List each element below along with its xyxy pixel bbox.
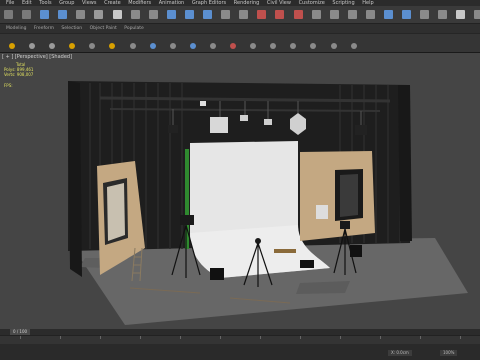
tab-modeling[interactable]: Modeling: [6, 24, 26, 33]
exposure-icon[interactable]: [89, 43, 96, 49]
spinner-snap-icon[interactable]: [311, 10, 321, 19]
rect-selection-icon[interactable]: [148, 10, 158, 19]
rotate-icon[interactable]: [184, 10, 194, 19]
shadow-icon[interactable]: [129, 43, 136, 49]
align-icon[interactable]: [365, 10, 375, 19]
status-bar: X: 0.0cm 100%: [0, 344, 480, 360]
scale-icon[interactable]: [203, 10, 213, 19]
selection-filter-icon[interactable]: [94, 10, 104, 19]
redo-icon[interactable]: [22, 10, 32, 19]
main-toolbar: [0, 6, 480, 24]
bind-space-warp-icon[interactable]: [76, 10, 86, 19]
zoom-readout[interactable]: 100%: [440, 350, 458, 356]
sky-icon[interactable]: [69, 43, 76, 49]
fps-label: FPS:: [4, 83, 13, 88]
spot-light-left: [168, 125, 178, 133]
reflections-icon[interactable]: [169, 43, 176, 49]
studio-scene: [0, 53, 480, 329]
floor-case: [210, 268, 224, 280]
unlink-icon[interactable]: [58, 10, 68, 19]
perspective-viewport[interactable]: [ + ] [Perspective] [Shaded] Total Polys…: [0, 53, 480, 329]
link-icon[interactable]: [40, 10, 50, 19]
sun-icon[interactable]: [9, 43, 15, 49]
grid-icon[interactable]: [290, 43, 297, 49]
material-editor-icon[interactable]: [456, 10, 466, 19]
reflector-panel: [316, 205, 328, 219]
viewport-label[interactable]: [ + ] [Perspective] [Shaded]: [2, 54, 72, 60]
mask-icon[interactable]: [230, 43, 237, 49]
dof-icon[interactable]: [189, 43, 196, 49]
floor-case-small: [300, 260, 314, 268]
tab-freeform[interactable]: Freeform: [34, 24, 54, 33]
percent-snap-icon[interactable]: [293, 10, 303, 19]
select-object-icon[interactable]: [112, 10, 122, 19]
toggle-ribbon-icon[interactable]: [402, 10, 412, 19]
camera-icon[interactable]: [350, 43, 357, 49]
reference-coord-icon[interactable]: [221, 10, 231, 19]
tab-populate[interactable]: Populate: [124, 24, 144, 33]
ambient-occlusion-icon[interactable]: [149, 43, 156, 49]
move-icon[interactable]: [166, 10, 176, 19]
safe-frame-icon[interactable]: [330, 43, 337, 49]
stats-icon[interactable]: [310, 43, 317, 49]
render-setup-icon[interactable]: [474, 10, 480, 19]
layer-explorer-icon[interactable]: [383, 10, 393, 19]
floor-box: [350, 245, 362, 257]
coordinate-readout[interactable]: X: 0.0cm: [388, 350, 412, 356]
tab-object-paint[interactable]: Object Paint: [90, 24, 117, 33]
shading-icon[interactable]: [49, 43, 56, 49]
viewport-stats: Total Polys: 899,461 Verts: 908,007 FPS:: [4, 62, 33, 88]
schematic-view-icon[interactable]: [438, 10, 448, 19]
small-table: [274, 249, 296, 253]
named-selection-icon[interactable]: [329, 10, 339, 19]
curve-editor-icon[interactable]: [420, 10, 430, 19]
highlight-icon[interactable]: [109, 43, 116, 49]
softbox-light: [210, 117, 228, 133]
undo-icon[interactable]: [4, 10, 13, 19]
ribbon-panel: [0, 34, 480, 53]
select-by-name-icon[interactable]: [130, 10, 140, 19]
edges-icon[interactable]: [250, 43, 257, 49]
layers-icon[interactable]: [270, 43, 277, 49]
light-icon[interactable]: [29, 43, 36, 49]
mirror-icon[interactable]: [347, 10, 357, 19]
verts-value: 908,007: [16, 72, 34, 77]
ribbon-tab-bar: Modeling Freeform Selection Object Paint…: [0, 24, 480, 33]
spot-light-right: [355, 125, 367, 135]
verts-label: Verts:: [4, 72, 16, 77]
angle-snap-icon[interactable]: [275, 10, 285, 19]
snap-toggle-icon[interactable]: [257, 10, 267, 19]
pivot-center-icon[interactable]: [239, 10, 249, 19]
tab-selection[interactable]: Selection: [61, 24, 82, 33]
background-icon[interactable]: [209, 43, 216, 49]
